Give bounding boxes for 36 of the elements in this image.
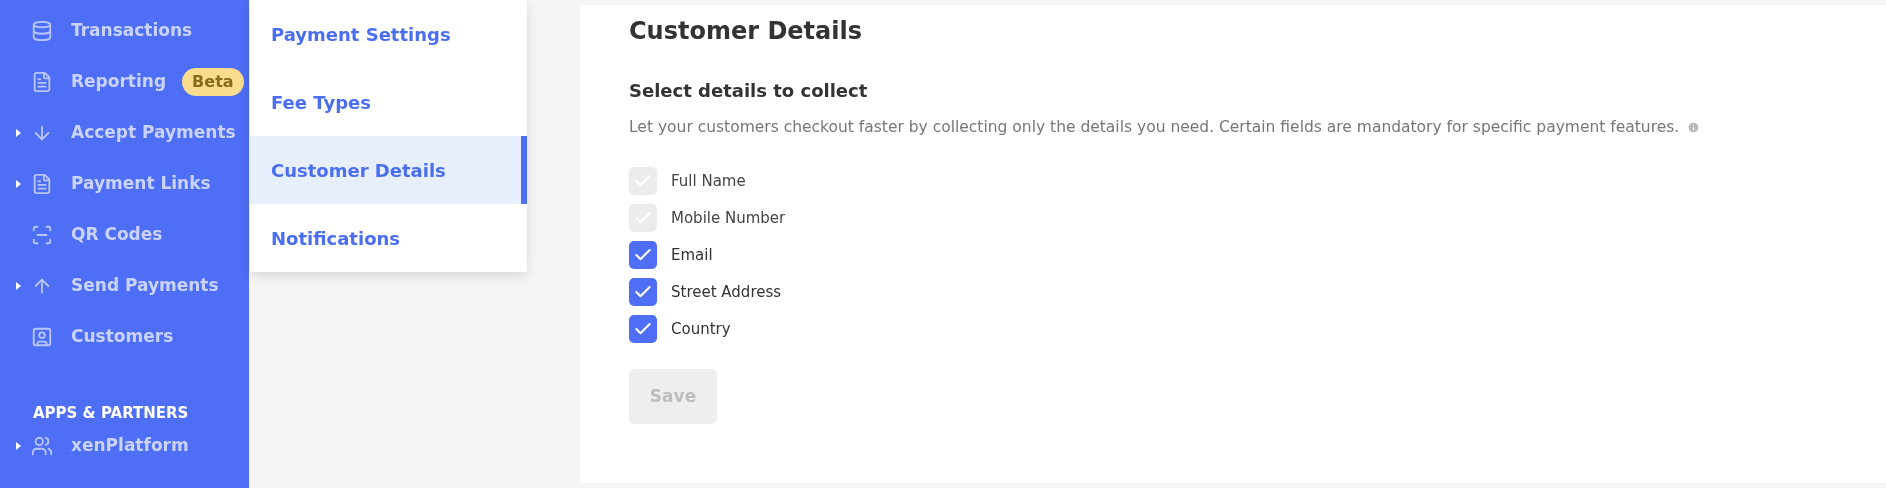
submenu-item[interactable]: Payment Settings [250,0,527,68]
caret-icon[interactable] [16,179,21,188]
sidebar-item[interactable]: xenPlatform [71,433,189,459]
page-title: Customer Details [629,16,864,47]
checkbox[interactable] [629,241,657,270]
sidebar-item[interactable]: Customers [71,323,174,350]
checkbox-label: Country [671,319,731,340]
sidebar-item[interactable]: Reporting [71,68,167,95]
section-heading: APPS & PARTNERS [32,403,190,424]
beta-badge: Beta [182,67,244,96]
scan-frame-icon [31,223,53,246]
caret-icon[interactable] [16,442,21,450]
checkbox-label: Street Address [671,282,782,303]
checkbox[interactable] [629,278,657,307]
document-icon [31,172,53,195]
submenu-item[interactable]: Notifications [250,204,527,272]
sidebar-item[interactable]: Transactions [71,17,193,44]
sidebar-item[interactable]: Payment Links [71,170,211,197]
checkbox-label: Full Name [671,171,746,192]
sidebar-item[interactable]: Send Payments [71,272,219,299]
checkbox[interactable] [629,315,657,344]
caret-icon[interactable] [16,128,21,137]
description-text: Let your customers checkout faster by collecting only the details you need. Certain fields are mandatory for specific payment features. [629,117,1680,138]
submenu-item[interactable]: Fee Types [250,68,527,136]
caret-icon[interactable] [16,281,21,290]
people-icon [31,435,53,457]
coins-stack-icon [31,19,53,42]
section-title: Select details to collect [629,79,869,103]
checkbox-label: Mobile Number [671,208,786,229]
checkbox-label: Email [671,245,713,266]
sidebar-item[interactable]: Accept Payments [71,119,236,146]
sidebar-item[interactable]: QR Codes [71,221,163,248]
submenu-item[interactable]: Customer Details [250,136,527,204]
info-icon [1687,121,1701,135]
contact-card-icon [31,325,53,348]
document-icon [31,70,53,93]
